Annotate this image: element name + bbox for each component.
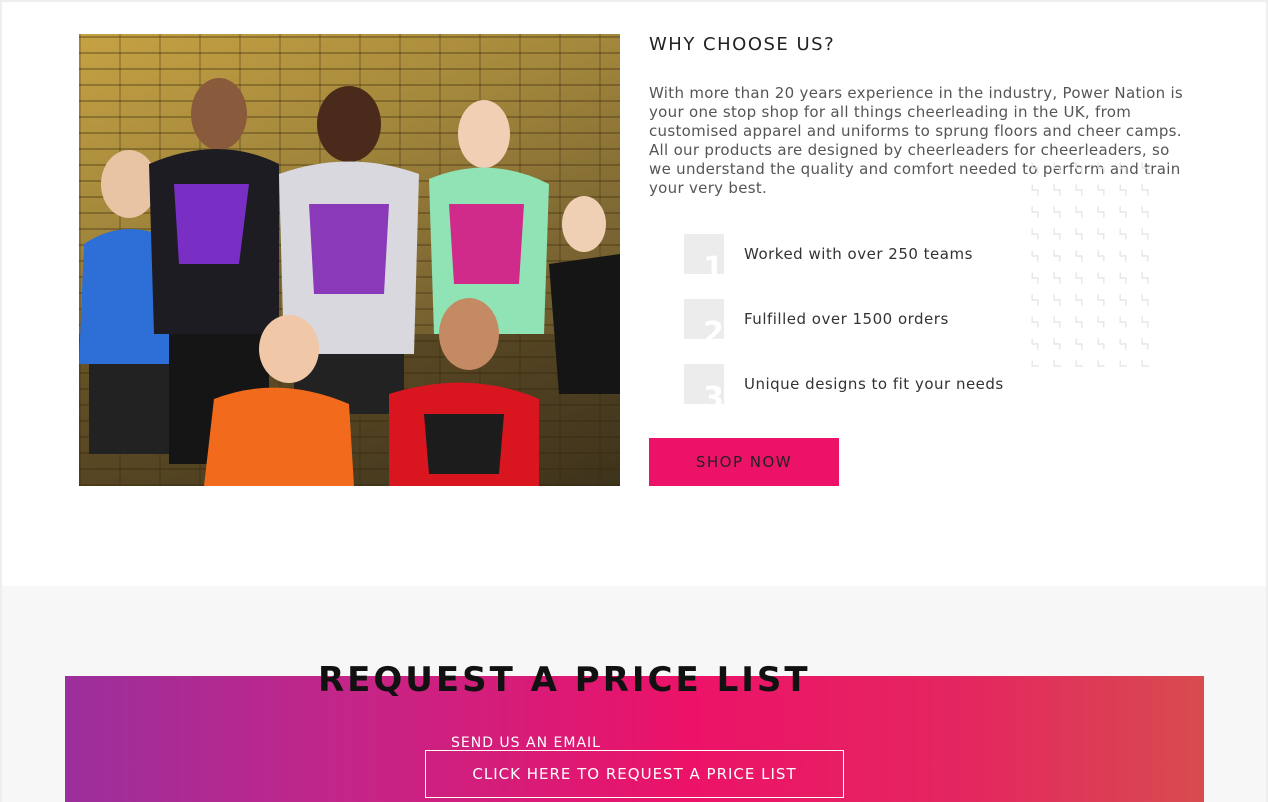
feature-label-2: Fulfilled over 1500 orders (744, 310, 949, 328)
number-badge-3: 3 (684, 364, 724, 404)
feature-number-1: 1 (703, 251, 724, 275)
team-photo-illustration (79, 78, 620, 486)
feature-number-2: 2 (703, 316, 724, 340)
request-price-list-button[interactable]: CLICK HERE TO REQUEST A PRICE LIST (425, 750, 844, 798)
shop-now-button[interactable]: SHOP NOW (649, 438, 839, 486)
feature-item-3: 3 Unique designs to fit your needs (684, 364, 1104, 404)
send-email-label: SEND US AN EMAIL (451, 735, 601, 751)
team-photo (79, 34, 620, 486)
feature-label-1: Worked with over 250 teams (744, 245, 973, 263)
why-choose-us-title: WHY CHOOSE US? (649, 34, 836, 55)
number-badge-1: 1 (684, 234, 724, 274)
feature-label-3: Unique designs to fit your needs (744, 375, 1004, 393)
page: WHY CHOOSE US? With more than 20 years e… (0, 0, 1268, 802)
feature-item-2: 2 Fulfilled over 1500 orders (684, 299, 1104, 339)
feature-item-1: 1 Worked with over 250 teams (684, 234, 1104, 274)
price-list-title: REQUEST A PRICE LIST (318, 660, 811, 700)
number-badge-2: 2 (684, 299, 724, 339)
feature-number-3: 3 (703, 381, 724, 405)
